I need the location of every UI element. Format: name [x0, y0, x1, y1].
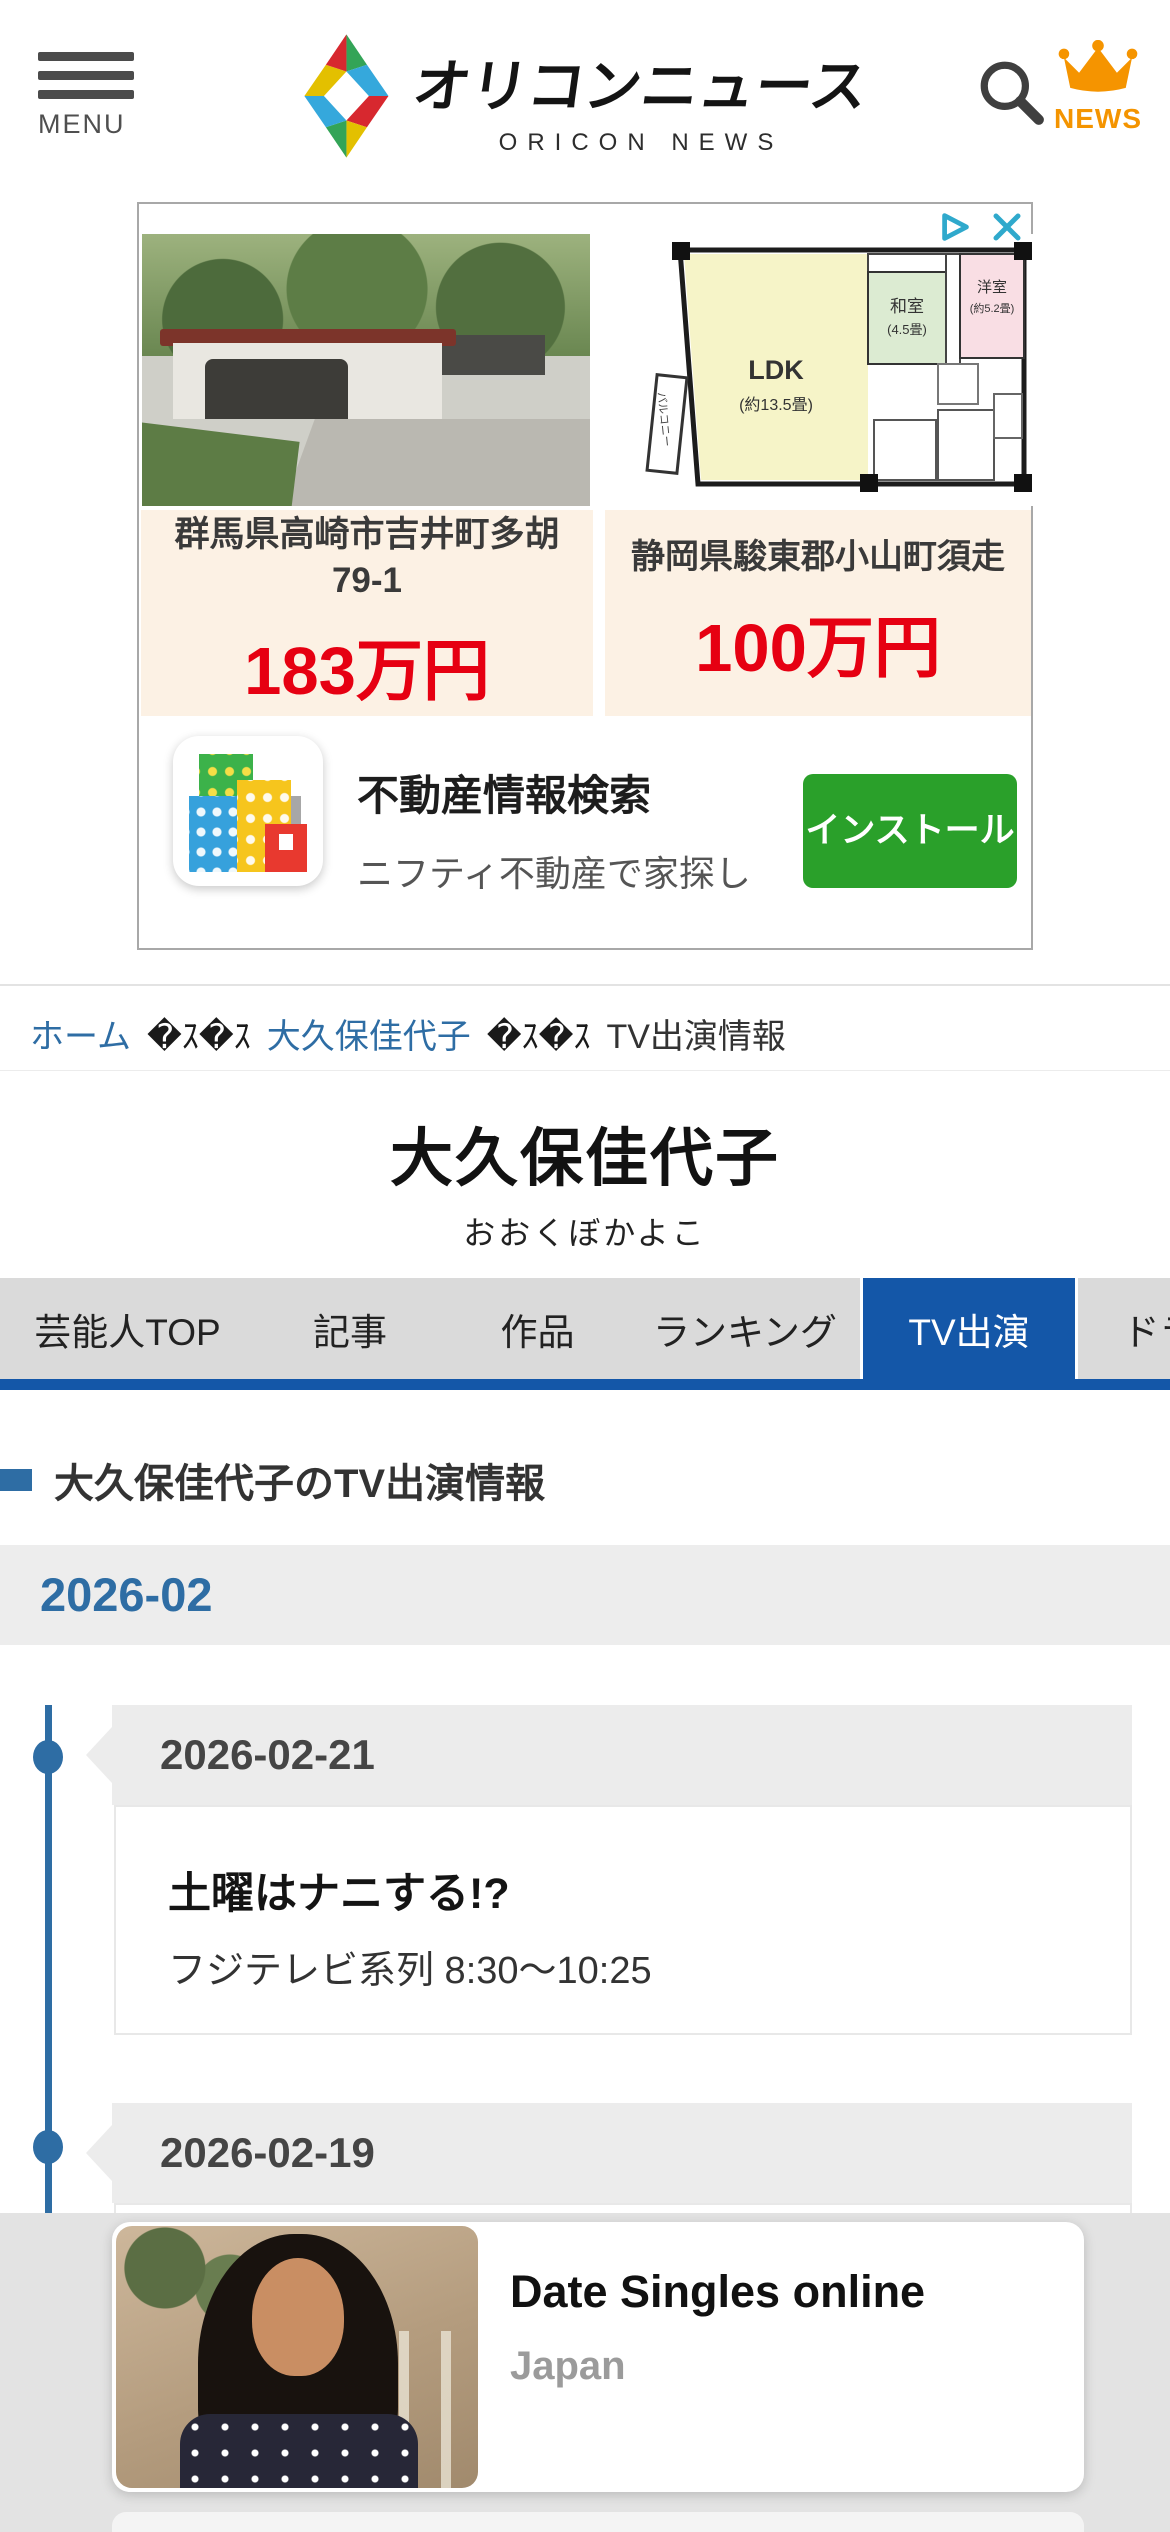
timeline-date-box: 2026-02-21 [86, 1705, 1132, 1805]
floorplan-ldk-label: LDK [748, 355, 804, 385]
month-label: 2026-02 [40, 1568, 213, 1621]
menu-button[interactable]: MENU [38, 52, 138, 140]
dating-ad-location: Japan [510, 2344, 626, 2388]
section-heading: 大久保佳代子のTV出演情報 [0, 1450, 1170, 1510]
tv-program-card[interactable]: 土曜はナニする!? フジテレビ系列 8:30〜10:25 [114, 1805, 1132, 2035]
page-title: 大久保佳代子 [390, 1124, 780, 1194]
menu-label: MENU [38, 109, 126, 139]
app-icon [173, 736, 323, 886]
logo-title: オリコンニュース [409, 54, 872, 119]
ad-property-left[interactable]: 群馬県高崎市吉井町多胡 79-1 183万円 [141, 510, 593, 716]
heading-marker [0, 1469, 32, 1491]
page-title-kana: おおくぼかよこ [463, 1215, 707, 1251]
timeline-date: 2026-02-19 [160, 2129, 375, 2176]
breadcrumb: ホーム �ｽ�ｽ 大久保佳代子 �ｽ�ｽ TV出演情報 [30, 1002, 1150, 1064]
oricon-logo[interactable]: オリコンニュース ORICON NEWS [302, 34, 871, 163]
logo-subtitle: ORICON NEWS [498, 128, 784, 156]
timeline-dot [33, 1740, 63, 1774]
dating-ad-photo[interactable] [116, 2226, 478, 2488]
program-title: 土曜はナニする!? [168, 1870, 510, 1918]
install-button[interactable]: インストール [803, 774, 1017, 888]
floorplan-washitsu-label: 和室 [890, 297, 924, 316]
timeline-date-box: 2026-02-19 [86, 2103, 1132, 2203]
header: MENU オリコンニュース ORICON NEWS NEWS [0, 0, 1170, 192]
ad-banner[interactable]: LDK (約13.5畳) 和室 (4.5畳) 洋室 (約5.2畳) バルコニー … [137, 202, 1033, 950]
breadcrumb-person-link[interactable]: 大久保佳代子 [267, 1009, 471, 1058]
floorplan-washitsu-size: (4.5畳) [887, 322, 927, 337]
divider [0, 1070, 1170, 1071]
timeline-dot [33, 2130, 63, 2164]
oricon-diamond-icon [302, 34, 390, 163]
hamburger-icon [38, 52, 138, 99]
dating-ad-card[interactable]: Date Singles online Japan [112, 2222, 1084, 2492]
news-ranking-button[interactable]: NEWS [1048, 39, 1148, 135]
breadcrumb-separator: �ｽ�ｽ [486, 1017, 591, 1056]
tab-ranking[interactable]: ランキング [630, 1278, 860, 1379]
crown-icon [1055, 39, 1141, 102]
news-label: NEWS [1054, 103, 1142, 134]
floorplan-ldk-size: (約13.5畳) [739, 396, 813, 414]
month-band: 2026-02 [0, 1545, 1170, 1645]
oricon-news-page: MENU オリコンニュース ORICON NEWS NEWS LDK (約13.… [0, 0, 1170, 2532]
divider [0, 984, 1170, 986]
search-button[interactable] [975, 56, 1047, 133]
tab-drama[interactable]: ドラマ [1078, 1278, 1170, 1379]
search-icon [975, 61, 1047, 132]
timeline-date: 2026-02-21 [160, 1731, 375, 1778]
tabbar-underline [0, 1379, 1170, 1390]
profile-tabbar: 芸能人TOP 記事 作品 ランキング TV出演 ドラマ [0, 1278, 1170, 1379]
floorplan-youshitsu-size: (約5.2畳) [970, 301, 1015, 315]
tab-kiji[interactable]: 記事 [255, 1278, 445, 1379]
ad-price-right: 100万円 [695, 610, 941, 686]
tab-geinojin-top[interactable]: 芸能人TOP [0, 1278, 255, 1379]
section-heading-text: 大久保佳代子のTV出演情報 [54, 1462, 546, 1506]
tab-sakuhin[interactable]: 作品 [445, 1278, 630, 1379]
dating-ad-title: Date Singles online [510, 2266, 926, 2317]
breadcrumb-current: TV出演情報 [606, 1017, 786, 1056]
floorplan-youshitsu-label: 洋室 [977, 279, 1007, 296]
adchoices-icon[interactable] [937, 210, 975, 249]
ad-property-right[interactable]: 静岡県駿東郡小山町須走 100万円 [605, 510, 1031, 716]
ad-address-right: 静岡県駿東郡小山町須走 [631, 538, 1005, 577]
ad-app-subtitle: ニフティ不動産で家探し [357, 853, 751, 894]
ad-property-photo[interactable] [142, 234, 590, 506]
tab-tv-shutsuen[interactable]: TV出演 [860, 1278, 1078, 1379]
ad-app-title: 不動産情報検索 [357, 772, 652, 819]
ad-price-left: 183万円 [244, 634, 490, 709]
program-channel-time: フジテレビ系列 8:30〜10:25 [168, 1950, 652, 1992]
ad-floorplan-image[interactable]: LDK (約13.5畳) 和室 (4.5畳) 洋室 (約5.2畳) バルコニー [637, 234, 1033, 506]
breadcrumb-separator: �ｽ�ｽ [146, 1017, 251, 1056]
next-card-peek [112, 2512, 1084, 2532]
ad-close-icon[interactable] [991, 211, 1023, 248]
ad-address-left: 群馬県高崎市吉井町多胡 79-1 [174, 515, 560, 600]
breadcrumb-home-link[interactable]: ホーム [30, 1009, 131, 1058]
